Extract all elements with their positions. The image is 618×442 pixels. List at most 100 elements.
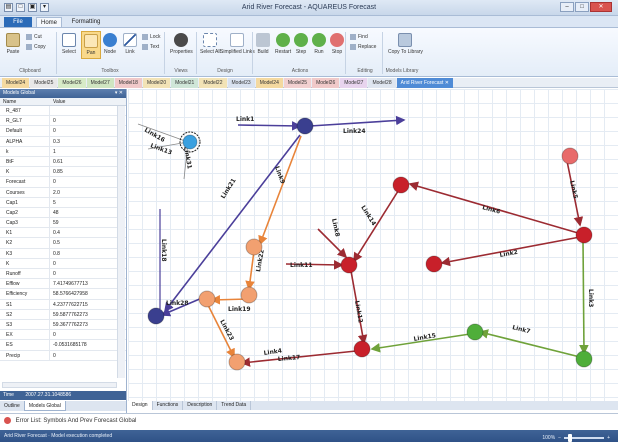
property-row[interactable]: BtF 0.61 (0, 156, 126, 168)
property-value[interactable]: 0.4 (50, 228, 126, 237)
property-row[interactable]: K3 0.8 (0, 248, 126, 259)
model-node[interactable] (182, 134, 198, 150)
zoom-in-icon[interactable]: + (607, 432, 610, 442)
property-value[interactable]: 58.5766427958 (50, 289, 126, 298)
property-value[interactable]: 0 (50, 351, 126, 360)
error-list-bar[interactable]: Error List: Symbols And Prev Forecast Gl… (0, 413, 618, 429)
property-row[interactable]: ALPHA 0.3 (0, 136, 126, 147)
model-tab[interactable]: Model28 (368, 78, 396, 88)
horizontal-scrollbar[interactable] (2, 382, 117, 388)
property-value[interactable]: 0 (50, 269, 126, 278)
property-row[interactable]: Efflow 7.41749677713 (0, 279, 126, 290)
model-tab[interactable]: Model25 (30, 78, 58, 88)
property-value[interactable]: 59 (50, 218, 126, 227)
panel-pin-icon[interactable]: ▾ ✕ (115, 89, 123, 98)
property-row[interactable]: ES -0.0531685178 (0, 340, 126, 351)
model-tab[interactable]: Arid River Forecast ✕ (396, 78, 453, 88)
paste-button[interactable]: Paste (6, 33, 20, 55)
property-row[interactable]: K0 (0, 258, 126, 269)
vertical-scrollbar[interactable] (117, 106, 125, 378)
tab-design[interactable]: Design (128, 401, 153, 410)
tab-outline[interactable]: Outline (0, 401, 24, 411)
property-value[interactable]: 4.23777622715 (50, 300, 126, 309)
link-line[interactable] (579, 239, 589, 355)
pan-tool-button[interactable]: Pan (81, 31, 101, 59)
tab-formatting[interactable]: Formatting (66, 17, 106, 27)
model-tab[interactable]: Model27 (340, 78, 368, 88)
property-row[interactable]: R_GL7 0 (0, 116, 126, 127)
restart-button[interactable]: Restart (275, 33, 291, 55)
property-row[interactable]: K2 0.5 (0, 238, 126, 249)
tab-trend-data[interactable]: Trend Data (217, 401, 252, 410)
property-value[interactable]: 0 (50, 177, 126, 186)
zoom-slider[interactable] (564, 434, 605, 442)
link-line[interactable] (237, 121, 302, 131)
model-node[interactable] (353, 340, 371, 358)
link-line[interactable] (245, 250, 255, 291)
property-row[interactable]: k1 (0, 146, 126, 157)
close-button[interactable]: ✕ (590, 2, 612, 12)
property-value[interactable] (50, 106, 126, 115)
model-tab[interactable]: Model24 (255, 78, 283, 88)
link-tool-button[interactable]: Link (123, 33, 137, 55)
property-row[interactable]: Cap2 48 (0, 207, 126, 219)
tab-home[interactable]: Home (36, 17, 62, 27)
property-value[interactable]: 59.3677762273 (50, 320, 126, 329)
select-all-button[interactable]: Select All (200, 33, 221, 55)
zoom-control[interactable]: 100% − + (542, 432, 610, 442)
property-row[interactable]: Runoff 0 (0, 269, 126, 280)
model-node[interactable] (296, 117, 314, 135)
property-value[interactable]: 0 (50, 116, 126, 125)
model-node[interactable] (198, 290, 216, 308)
column-name-header[interactable]: Name (0, 98, 50, 105)
node-tool-button[interactable]: Node (103, 33, 117, 55)
property-row[interactable]: Forecast 0 (0, 177, 126, 188)
model-node[interactable] (425, 255, 443, 273)
cut-button[interactable]: Cut (26, 34, 42, 40)
model-node[interactable] (466, 323, 484, 341)
zoom-out-icon[interactable]: − (558, 432, 561, 442)
property-value[interactable]: 0.61 (50, 157, 126, 166)
property-value[interactable]: 7.41749677713 (50, 279, 126, 288)
find-button[interactable]: Find (350, 34, 368, 40)
property-row[interactable]: Efficiency 58.5766427958 (0, 289, 126, 300)
run-button[interactable]: Run (312, 33, 326, 55)
model-tab[interactable]: Model20 (142, 78, 171, 88)
property-row[interactable]: R_487 (0, 106, 126, 117)
model-canvas[interactable]: Link16 Link13 Link31 Link1 Link24 Link9 … (128, 89, 618, 401)
model-tab[interactable]: Model26 (312, 78, 340, 88)
model-node[interactable] (575, 226, 593, 244)
zoom-thumb[interactable] (568, 434, 573, 442)
link-line[interactable] (258, 135, 302, 246)
link-line[interactable] (317, 228, 348, 259)
column-value-header[interactable]: Value (50, 98, 65, 105)
tab-models-global[interactable]: Models Global (23, 401, 66, 411)
model-node[interactable] (575, 350, 593, 368)
property-value[interactable]: 0 (50, 259, 126, 268)
copy-button[interactable]: Copy (26, 44, 46, 50)
property-value[interactable]: 0.5 (50, 238, 126, 247)
properties-button[interactable]: Properties (170, 33, 193, 55)
text-button[interactable]: Text (142, 44, 159, 50)
copy-to-library-button[interactable]: Copy To Library (388, 33, 423, 55)
property-row[interactable]: EX 0 (0, 330, 126, 341)
simplified-links-button[interactable]: Simplified Links (220, 33, 255, 55)
model-tab[interactable]: Model27 (86, 78, 114, 88)
replace-button[interactable]: Replace (350, 44, 376, 50)
stop-button[interactable]: Stop (330, 33, 344, 55)
model-node[interactable] (240, 286, 258, 304)
model-node[interactable] (147, 307, 165, 325)
minimize-button[interactable]: – (560, 2, 574, 12)
property-row[interactable]: Default 0 (0, 126, 126, 137)
model-tab[interactable]: Model24 (2, 78, 30, 88)
property-value[interactable]: 0.85 (50, 167, 126, 176)
property-row[interactable]: Cap1 5 (0, 197, 126, 208)
property-row[interactable]: Cap3 59 (0, 218, 126, 229)
tab-file[interactable]: File (4, 17, 32, 27)
model-tab[interactable]: Model22 (199, 78, 227, 88)
property-row[interactable]: S2 59.5877762273 (0, 309, 126, 320)
model-tab[interactable]: Model18 (114, 78, 142, 88)
model-tab[interactable]: Model26 (58, 78, 86, 88)
model-tab[interactable]: Model23 (227, 78, 255, 88)
model-node[interactable] (561, 147, 579, 165)
